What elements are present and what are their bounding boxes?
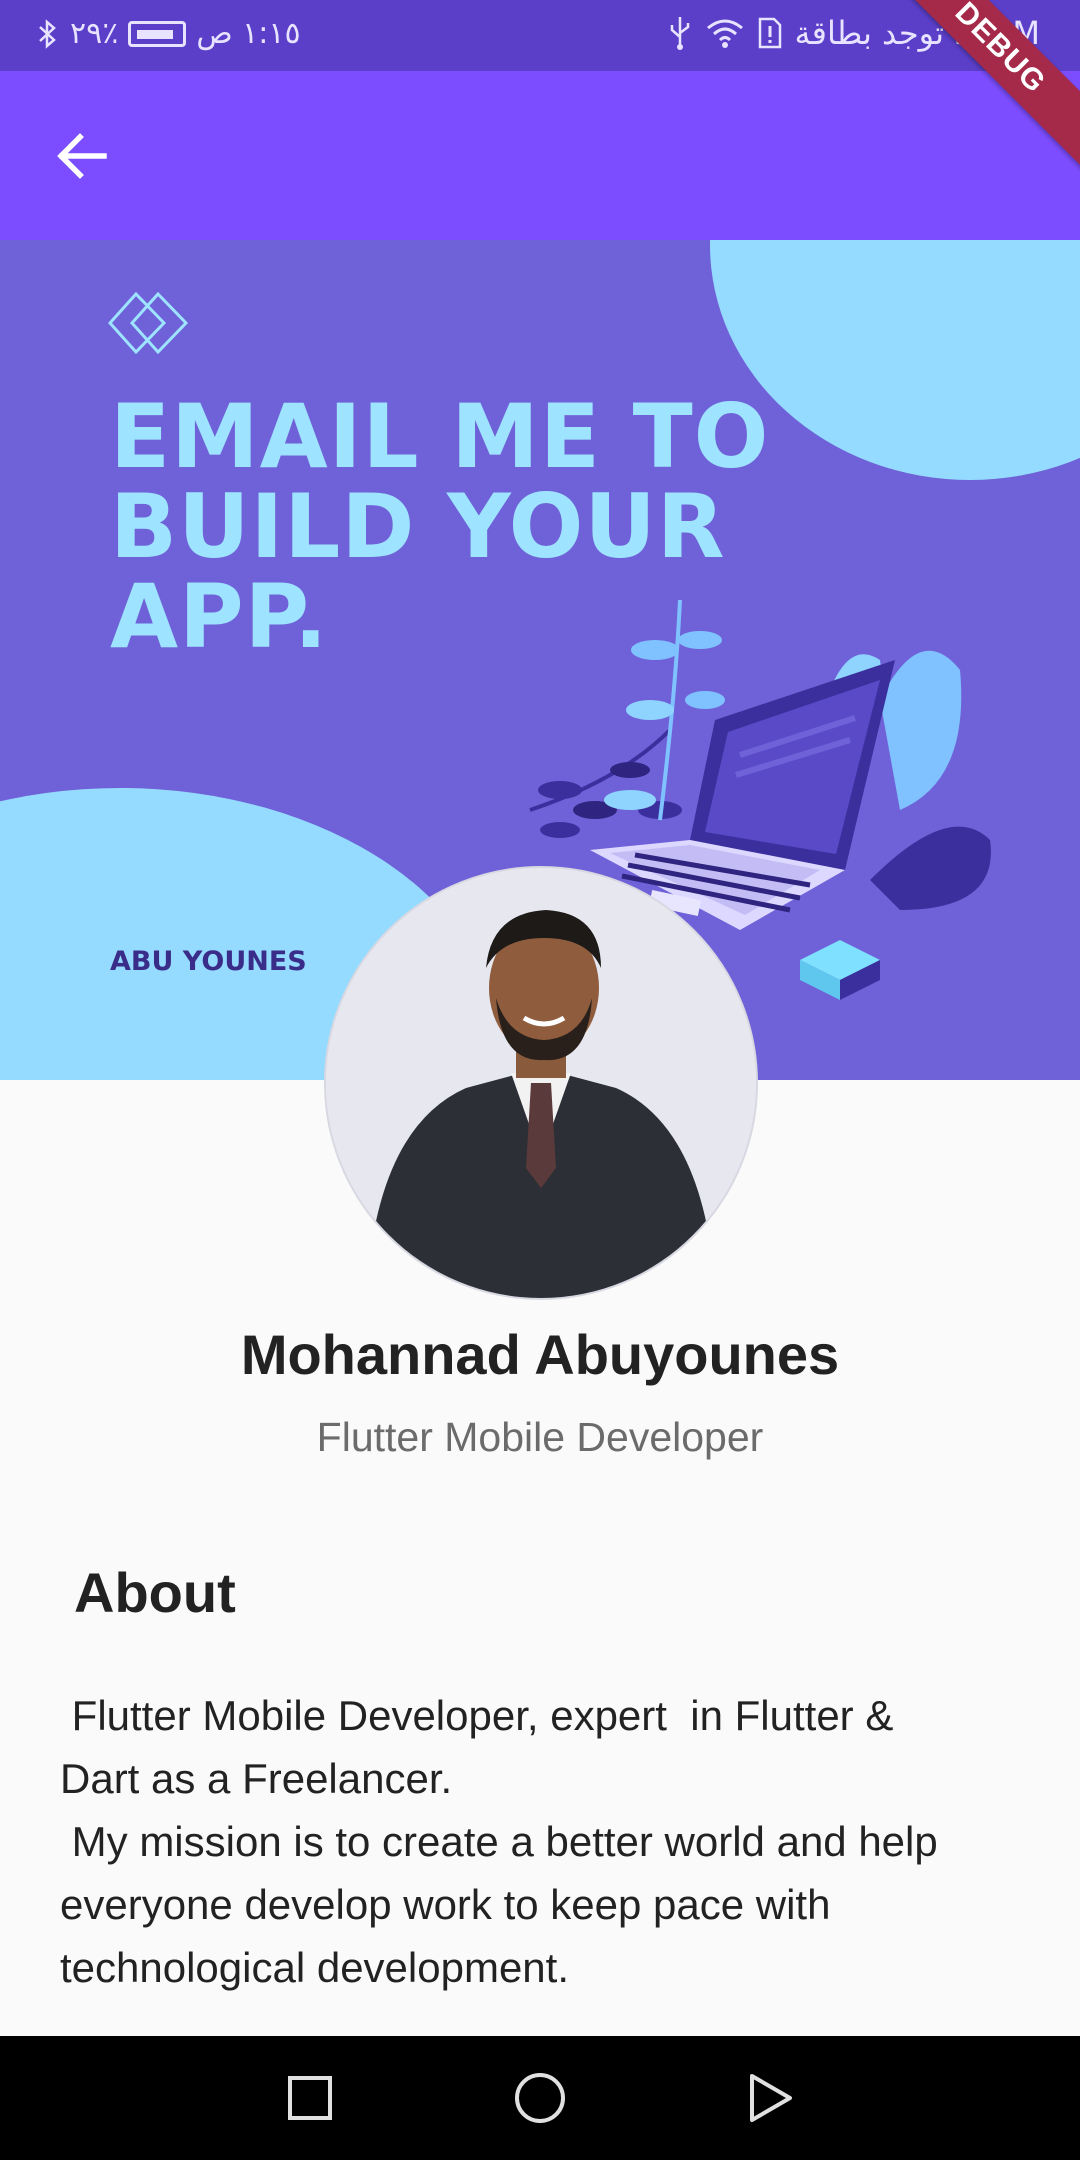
wifi-icon [706, 19, 743, 48]
profile-title: Flutter Mobile Developer [316, 1414, 764, 1460]
usb-icon [670, 17, 689, 50]
profile-photo [326, 868, 756, 1298]
status-time: ١:١٥ ص [196, 16, 301, 51]
battery-percent: ٪٢٩ [70, 16, 119, 51]
headline-line: EMAIL ME TO [110, 385, 770, 488]
system-nav-bar [0, 2036, 1080, 2160]
about-text: Flutter Mobile Developer, expert in Flut… [60, 1684, 1020, 1999]
about-line: Flutter Mobile Developer, expert in Flut… [60, 1692, 894, 1739]
triangle-icon[interactable] [740, 2068, 800, 2128]
battery-icon [128, 20, 187, 47]
profile-name: Mohannad Abuyounes [240, 1323, 840, 1386]
square-icon[interactable] [280, 2068, 340, 2128]
avatar [324, 866, 758, 1300]
about-line: everyone develop work to keep pace with [60, 1881, 831, 1928]
app-bar [0, 71, 1080, 240]
about-line: Dart as a Freelancer. [60, 1755, 453, 1802]
status-bar: ١:١٥ ص ٪٢٩ لا توجد بطاقة SIM [0, 0, 1080, 71]
about-line: My mission is to create a better world a… [60, 1818, 938, 1865]
banner-brand: ABU YOUNES [110, 946, 307, 977]
status-left: ١:١٥ ص ٪٢٩ [36, 16, 301, 51]
bluetooth-icon [39, 18, 56, 49]
arrow-left-icon[interactable] [52, 126, 112, 186]
about-line: technological development. [60, 1944, 570, 1991]
diamond-logo-icon [108, 292, 189, 354]
about-heading: About [74, 1561, 236, 1624]
circle-icon[interactable] [510, 2068, 570, 2128]
sim-alert-icon [758, 17, 781, 49]
headline-line: BUILD YOUR [110, 475, 726, 578]
